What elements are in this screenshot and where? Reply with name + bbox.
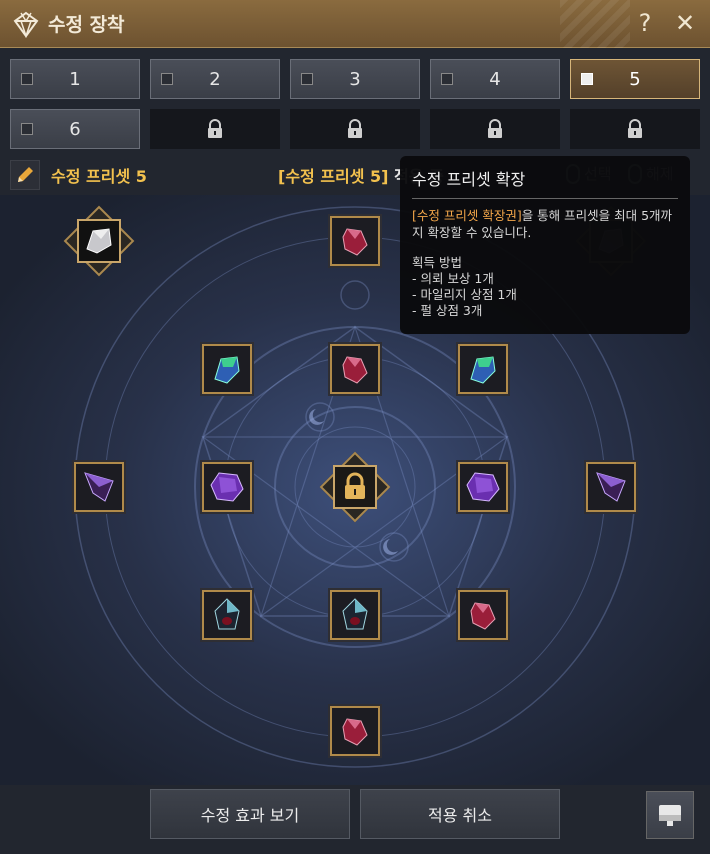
gem-crown-icon — [13, 11, 39, 38]
applied-preset-name: [수정 프리셋 5] — [278, 167, 389, 186]
preset-tab-1[interactable]: 1 — [10, 59, 140, 99]
tooltip-description: [수정 프리셋 확장권]을 통해 프리셋을 최대 5개까지 확장할 수 있습니다… — [412, 207, 678, 241]
preset-tab-6[interactable]: 6 — [10, 109, 140, 149]
onyx-gem-icon — [214, 598, 240, 630]
title-decoration — [560, 0, 630, 48]
view-effects-button[interactable]: 수정 효과 보기 — [150, 789, 350, 839]
crystal-equip-window: 수정 장착 ? ✕ 1 2 3 4 5 6 수정 프리셋 5 [수정 프리셋 5… — [0, 0, 710, 854]
close-button[interactable]: ✕ — [670, 8, 700, 38]
preset-tab-label: 4 — [489, 68, 501, 90]
pencil-icon — [18, 167, 33, 182]
help-button[interactable]: ? — [630, 8, 660, 38]
amethyst-shard-icon — [84, 472, 114, 502]
silver-gem-icon — [86, 228, 112, 254]
locked-preset-slot[interactable] — [430, 109, 560, 149]
ruby-gem-icon — [470, 602, 496, 630]
gem-slot-top-center[interactable] — [328, 214, 382, 268]
preset-tab-5[interactable]: 5 — [570, 59, 700, 99]
preset-checkbox — [581, 73, 593, 85]
preset-checkbox — [161, 73, 173, 85]
ruby-gem-icon — [342, 228, 368, 256]
lock-icon — [345, 472, 365, 499]
preset-expand-tooltip: 수정 프리셋 확장 [수정 프리셋 확장권]을 통해 프리셋을 최대 5개까지 … — [400, 156, 690, 334]
gem-slot-upper-center[interactable] — [328, 342, 382, 396]
gem-slot-upper-right[interactable] — [456, 342, 510, 396]
current-preset-name: 수정 프리셋 5 — [51, 167, 147, 186]
gem-slot-mid-far-right[interactable] — [584, 460, 638, 514]
window-title: 수정 장착 — [48, 14, 125, 36]
tooltip-acquire: 획득 방법 - 의뢰 보상 1개 - 마일리지 상점 1개 - 펄 상점 3개 — [412, 255, 678, 319]
slot-inner — [77, 219, 121, 263]
title-bar: 수정 장착 ? ✕ — [0, 0, 710, 48]
preset-tab-2[interactable]: 2 — [150, 59, 280, 99]
ruby-gem-icon — [342, 718, 368, 746]
acquire-item: - 마일리지 상점 1개 — [412, 287, 517, 302]
save-preset-icon — [659, 805, 681, 826]
slot-inner — [333, 465, 377, 509]
gem-slot-top-left[interactable] — [63, 205, 135, 277]
gem-slot-upper-left[interactable] — [200, 342, 254, 396]
emerald-gem-icon — [214, 356, 240, 384]
acquire-item: - 의뢰 보상 1개 — [412, 271, 494, 286]
save-preset-button[interactable] — [646, 791, 694, 839]
tooltip-title: 수정 프리셋 확장 — [412, 166, 678, 199]
preset-tab-label: 1 — [69, 68, 81, 90]
locked-preset-slot[interactable] — [290, 109, 420, 149]
tooltip-item-name: [수정 프리셋 확장권] — [412, 208, 522, 223]
gem-slot-mid-left[interactable] — [200, 460, 254, 514]
ruby-gem-icon — [342, 356, 368, 384]
lock-icon — [628, 119, 642, 138]
acquire-title: 획득 방법 — [412, 255, 462, 270]
preset-tab-3[interactable]: 3 — [290, 59, 420, 99]
preset-tab-label: 6 — [69, 118, 81, 140]
locked-preset-slot[interactable] — [570, 109, 700, 149]
amethyst-shard-icon — [596, 472, 626, 502]
preset-checkbox — [21, 123, 33, 135]
preset-checkbox — [441, 73, 453, 85]
gem-slot-mid-far-left[interactable] — [72, 460, 126, 514]
lock-icon — [208, 119, 222, 138]
lock-icon — [348, 119, 362, 138]
locked-preset-slot[interactable] — [150, 109, 280, 149]
preset-tab-label: 2 — [209, 68, 221, 90]
gem-slot-mid-right[interactable] — [456, 460, 510, 514]
acquire-item: - 펄 상점 3개 — [412, 303, 483, 318]
gem-slot-bottom[interactable] — [328, 704, 382, 758]
cancel-apply-button[interactable]: 적용 취소 — [360, 789, 560, 839]
gem-slot-lower-left[interactable] — [200, 588, 254, 642]
preset-checkbox — [21, 73, 33, 85]
onyx-gem-icon — [342, 598, 368, 630]
amethyst-gem-icon — [466, 472, 500, 502]
amethyst-gem-icon — [210, 472, 244, 502]
gem-slot-lower-right[interactable] — [456, 588, 510, 642]
preset-tab-label: 3 — [349, 68, 361, 90]
emerald-gem-icon — [470, 356, 496, 384]
gem-slot-lower-center[interactable] — [328, 588, 382, 642]
preset-tab-4[interactable]: 4 — [430, 59, 560, 99]
rename-preset-button[interactable] — [10, 160, 40, 190]
gem-slot-center[interactable] — [319, 451, 391, 523]
preset-tab-label: 5 — [629, 68, 641, 90]
lock-icon — [488, 119, 502, 138]
preset-checkbox — [301, 73, 313, 85]
